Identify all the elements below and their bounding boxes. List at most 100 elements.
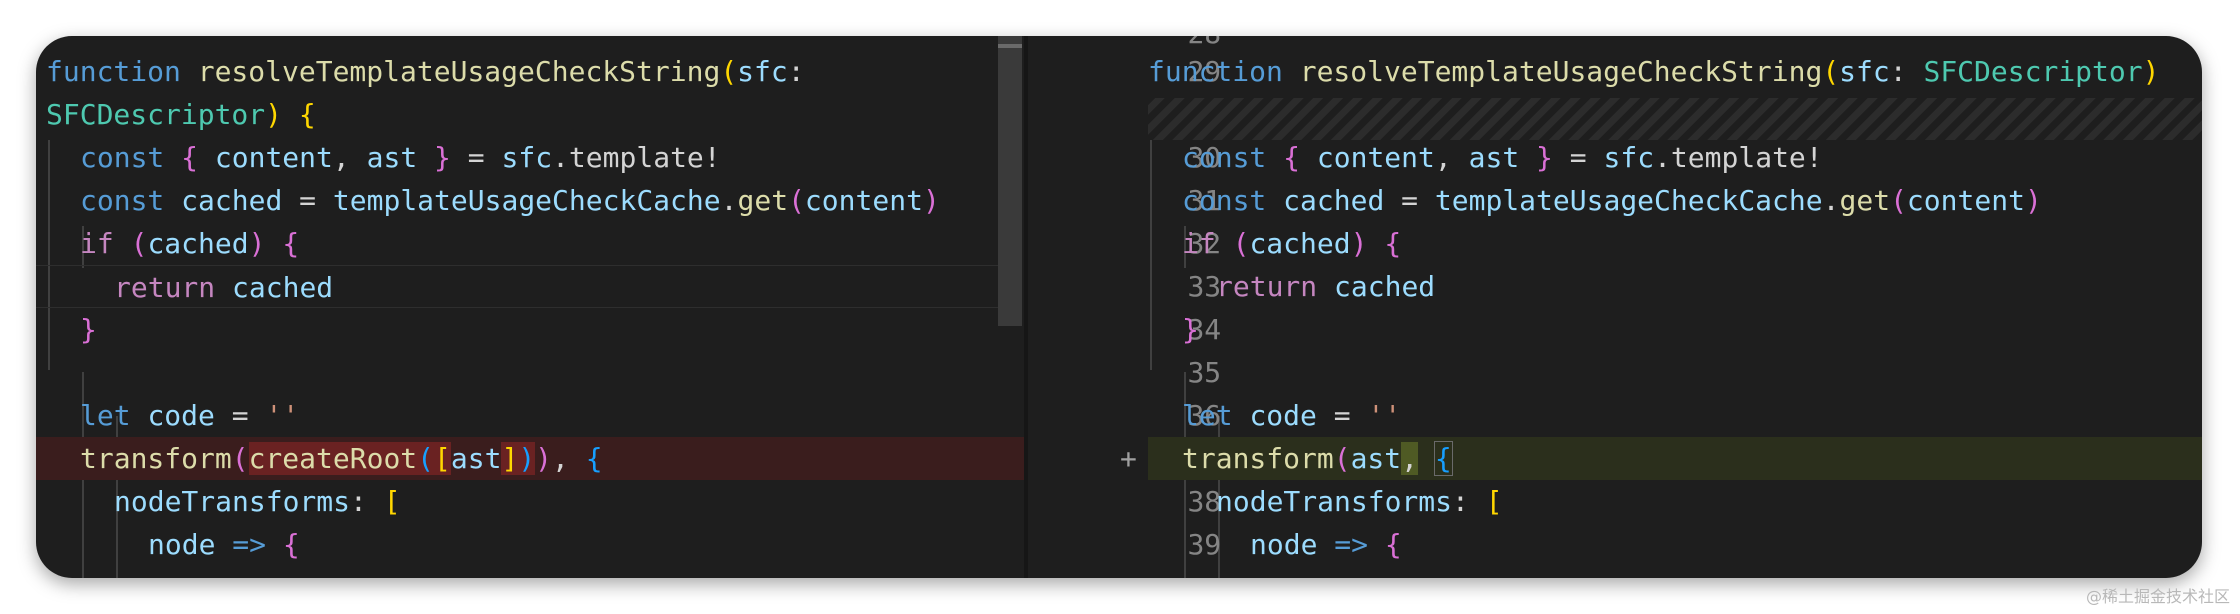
- line-number: 34: [1187, 313, 1222, 346]
- token-punct: .: [1822, 184, 1840, 217]
- token-var: node: [1250, 528, 1318, 561]
- token-paren: (: [1890, 184, 1907, 217]
- token-brace: {: [298, 98, 316, 131]
- added-marker: +: [1120, 442, 1137, 475]
- token-paren: (: [231, 442, 249, 475]
- token-punct: :: [1889, 55, 1907, 88]
- token-var: cached: [147, 227, 249, 260]
- token-paren: ): [248, 227, 266, 260]
- token-var: ast: [366, 141, 418, 174]
- token-operator: =: [1569, 141, 1587, 174]
- token-bracket: [: [434, 442, 451, 475]
- code-line[interactable]: const { content, ast } = sfc.template!: [36, 136, 721, 179]
- token-paren: (: [788, 184, 805, 217]
- token-operator: =: [299, 184, 317, 217]
- code-line[interactable]: 34 }: [1028, 308, 1221, 351]
- token-keyword: return: [114, 271, 216, 304]
- code-line[interactable]: let code = '': [36, 394, 299, 437]
- diff-editor: function resolveTemplateUsageCheckString…: [36, 36, 2202, 578]
- line-number: 33: [1187, 270, 1222, 303]
- scrollbar-marker: [998, 44, 1022, 48]
- original-pane[interactable]: function resolveTemplateUsageCheckString…: [36, 36, 1024, 578]
- code-line[interactable]: 39 node => {: [1028, 523, 1401, 566]
- scrollbar[interactable]: [998, 36, 1022, 326]
- token-brace: {: [1283, 141, 1301, 174]
- code-line[interactable]: 29 function resolveTemplateUsageCheckStr…: [1028, 50, 2159, 93]
- token-operator: =>: [232, 528, 267, 561]
- token-function: resolveTemplateUsageCheckString: [197, 55, 721, 88]
- token-brace: {: [282, 528, 300, 561]
- code-line[interactable]: function resolveTemplateUsageCheckString…: [36, 50, 805, 93]
- code-line[interactable]: 32 if (cached) {: [1028, 222, 1401, 265]
- token-var: ast: [1468, 141, 1520, 174]
- token-var: templateUsageCheckCache: [1434, 184, 1823, 217]
- token-operator: =>: [1334, 528, 1369, 561]
- code-line[interactable]: const cached = templateUsageCheckCache.g…: [36, 179, 940, 222]
- token-paren: (: [1333, 442, 1351, 475]
- token-bracket: ]: [501, 442, 519, 475]
- token-var: content: [1906, 184, 2025, 217]
- token-var: nodeTransforms: [1216, 485, 1453, 518]
- watermark: @稀土掘金技术社区: [2085, 587, 2230, 606]
- token-keyword: function: [46, 55, 181, 88]
- token-paren: (: [417, 442, 435, 475]
- token-bracket: [: [383, 485, 401, 518]
- token-var: sfc: [501, 141, 553, 174]
- token-operator: =: [467, 141, 485, 174]
- code-line[interactable]: 31 const cached = templateUsageCheckCach…: [1028, 179, 2042, 222]
- token-punct: .: [720, 184, 738, 217]
- token-function: transform: [1182, 442, 1334, 475]
- line-number: 39: [1187, 528, 1222, 561]
- code-line[interactable]: 33 return cached: [1028, 265, 1435, 308]
- token-punct: ,: [332, 141, 350, 174]
- modified-pane[interactable]: 28 29 function resolveTemplateUsageCheck…: [1028, 36, 2202, 578]
- token-bracket: [: [1485, 485, 1503, 518]
- token-brace: {: [282, 227, 300, 260]
- token-keyword: return: [1216, 270, 1318, 303]
- token-var: cached: [232, 271, 334, 304]
- token-string: '': [1367, 399, 1402, 432]
- token-keyword: const: [1182, 141, 1267, 174]
- line-number: 35: [1187, 356, 1222, 389]
- line-number: 38: [1187, 485, 1222, 518]
- token-paren: ): [265, 98, 283, 131]
- code-line[interactable]: SFCDescriptor) {: [36, 93, 316, 136]
- added-line[interactable]: 37 + transform(ast, {: [1028, 437, 2202, 480]
- token-var: nodeTransforms: [114, 485, 351, 518]
- token-brace: {: [1384, 227, 1402, 260]
- token-paren: ): [922, 184, 940, 217]
- code-line[interactable]: 30 const { content, ast } = sfc.template…: [1028, 136, 1823, 179]
- token-brace: {: [1384, 528, 1402, 561]
- code-line[interactable]: node => {: [36, 523, 300, 566]
- token-keyword: let: [80, 399, 131, 432]
- token-paren: ): [535, 442, 553, 475]
- token-paren: (: [720, 55, 738, 88]
- code-line[interactable]: 36 let code = '': [1028, 394, 1401, 437]
- code-line[interactable]: if (cached) {: [36, 222, 299, 265]
- token-var: content: [804, 184, 923, 217]
- token-keyword: let: [1182, 399, 1233, 432]
- token-keyword: const: [80, 184, 165, 217]
- token-member: .template!: [552, 141, 721, 174]
- removed-line[interactable]: transform(createRoot([ast])), {: [36, 437, 1024, 480]
- token-function: createRoot: [248, 442, 418, 475]
- code-line[interactable]: 38 nodeTransforms: [: [1028, 480, 1502, 523]
- token-paren: ): [2024, 184, 2042, 217]
- code-line[interactable]: }: [36, 308, 137, 351]
- token-var: ast: [1350, 442, 1402, 475]
- token-operator: =: [1401, 184, 1419, 217]
- token-member: .template!: [1654, 141, 1823, 174]
- code-line[interactable]: 35: [1028, 351, 1221, 394]
- token-var: sfc: [1603, 141, 1655, 174]
- token-paren: ): [518, 442, 536, 475]
- code-line[interactable]: nodeTransforms: [: [36, 480, 401, 523]
- token-keyword: function: [1148, 55, 1283, 88]
- token-punct: ,: [1434, 141, 1452, 174]
- code-line-current[interactable]: return cached: [36, 265, 998, 308]
- diff-padding-hatch: [1148, 98, 2202, 140]
- token-paren: (: [130, 227, 148, 260]
- token-function: resolveTemplateUsageCheckString: [1299, 55, 1823, 88]
- token-string: '': [265, 399, 300, 432]
- token-param: sfc: [737, 55, 788, 88]
- token-var: node: [148, 528, 216, 561]
